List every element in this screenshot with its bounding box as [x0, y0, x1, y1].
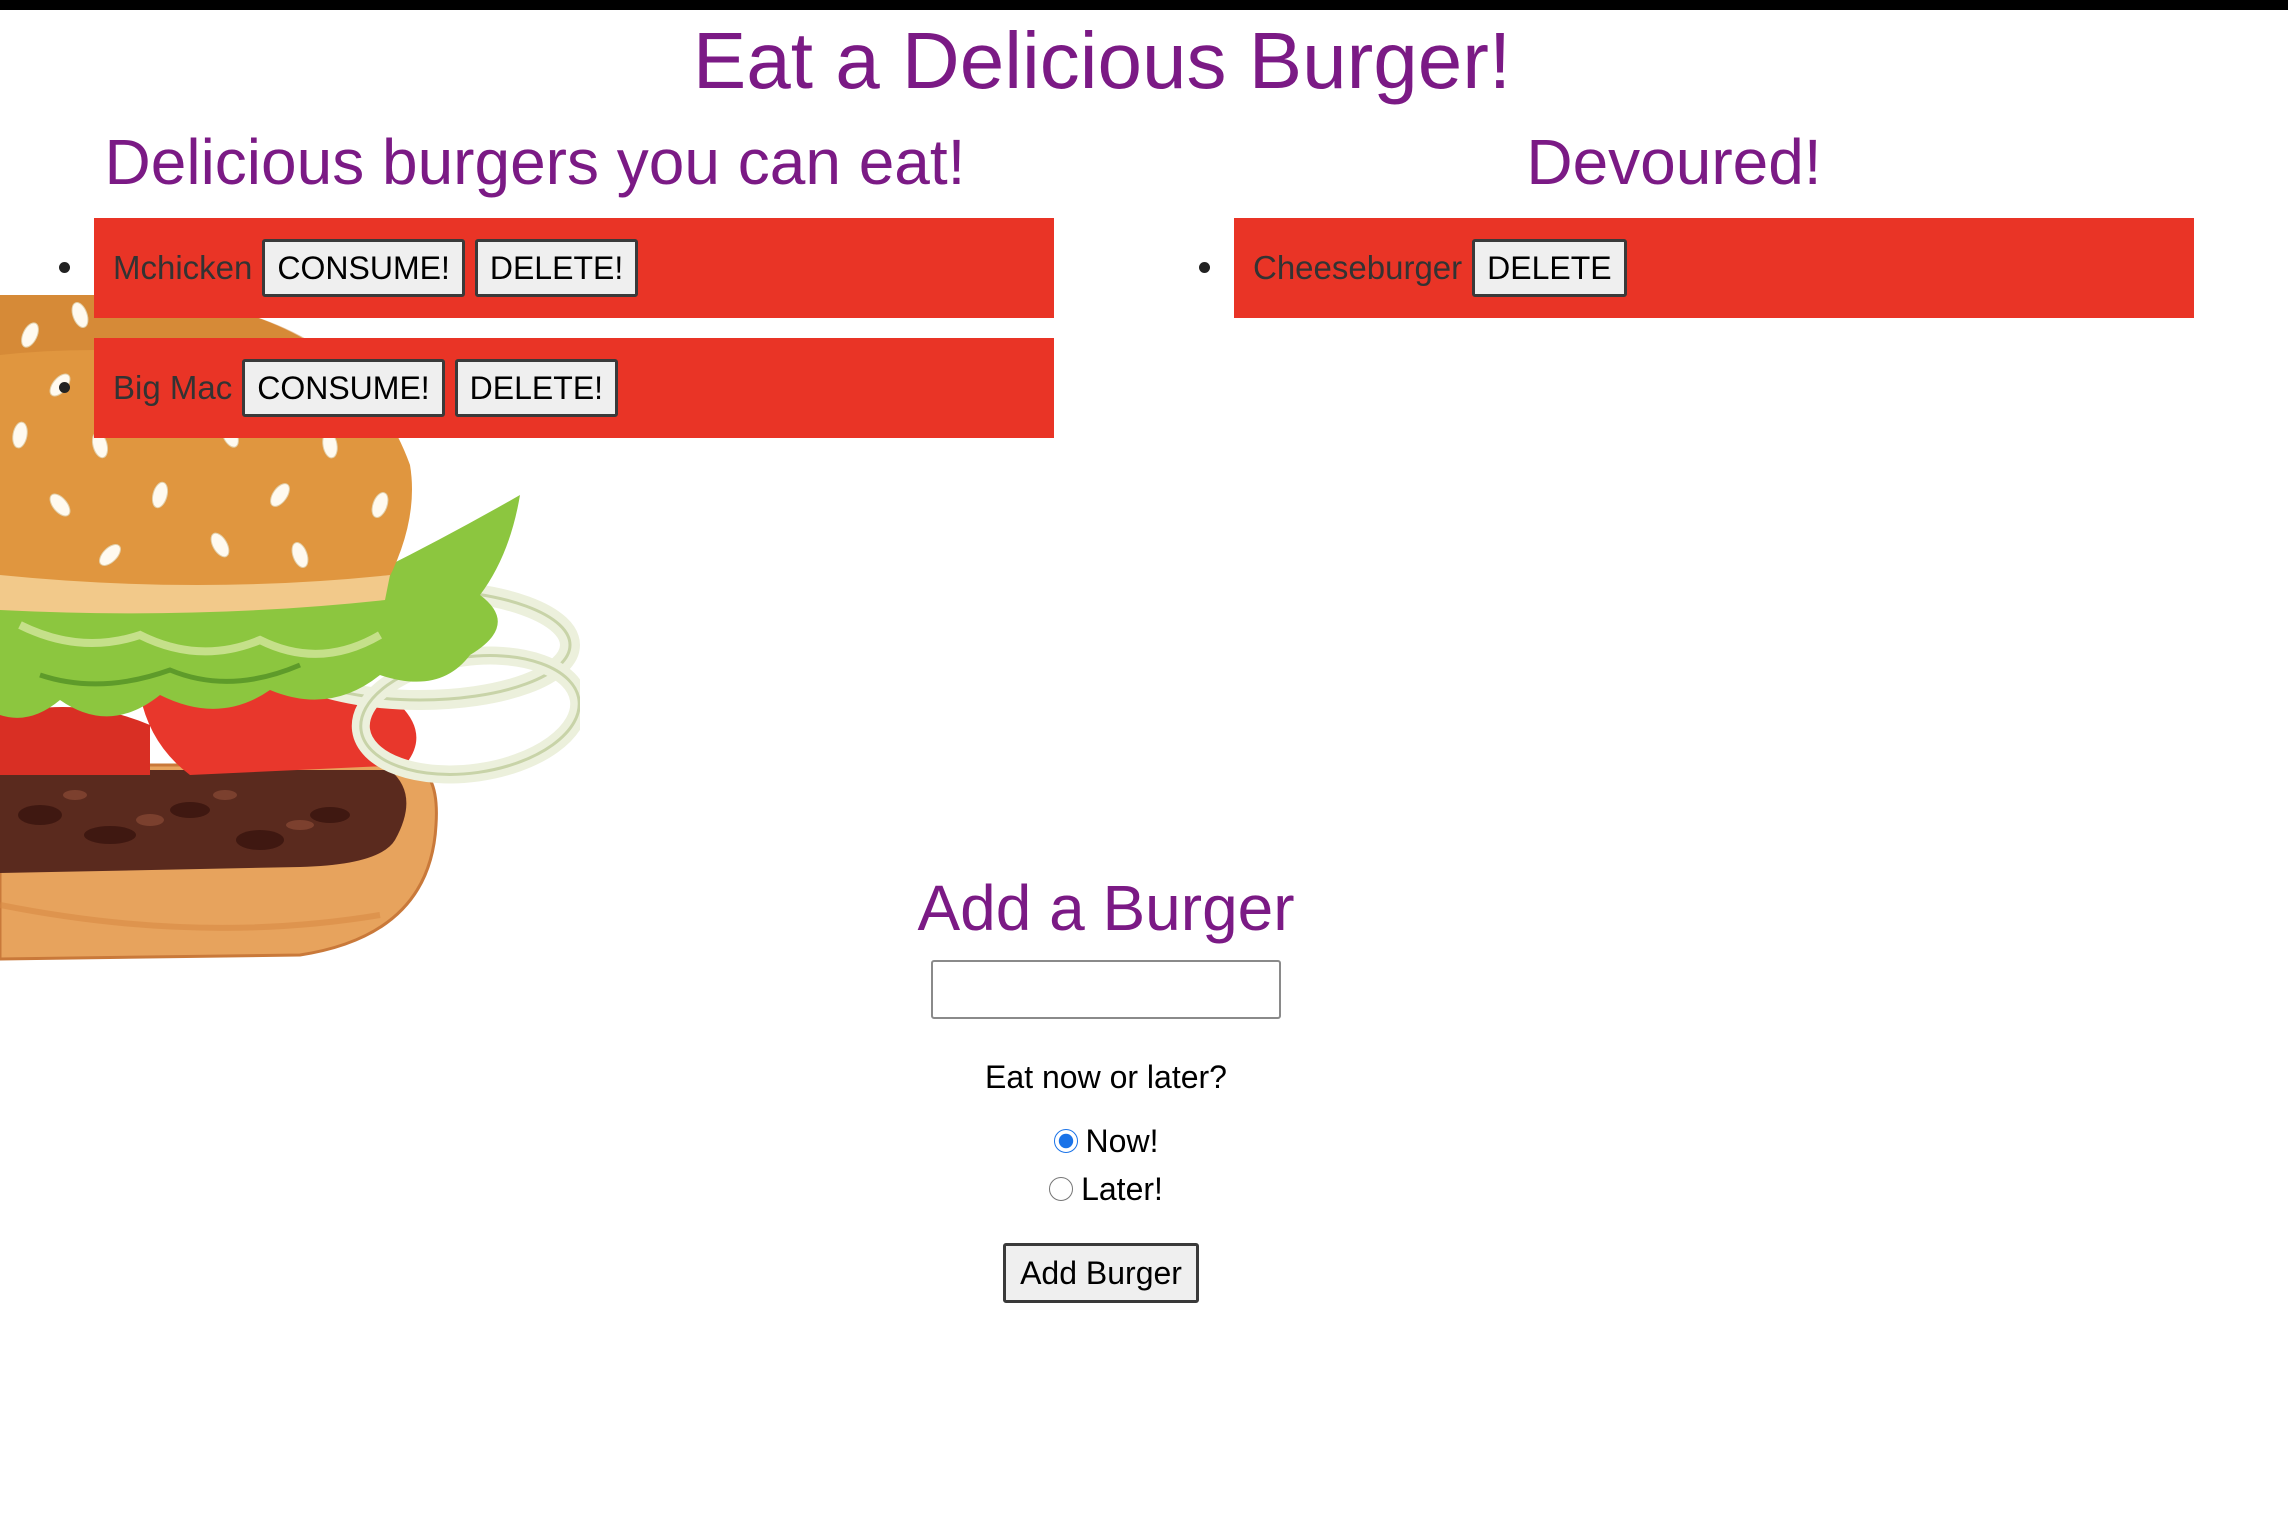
radio-later-label: Later!: [1081, 1170, 1163, 1207]
delete-button[interactable]: DELETE!: [454, 359, 619, 417]
add-burger-button[interactable]: Add Burger: [1003, 1243, 1199, 1303]
list-bullet-icon: [59, 262, 70, 273]
consume-button[interactable]: CONSUME!: [242, 359, 445, 417]
burger-list-item: Big Mac CONSUME! DELETE!: [59, 338, 1054, 438]
eat-question-label: Eat now or later?: [985, 1059, 1227, 1095]
delete-button[interactable]: DELETE: [1472, 239, 1627, 297]
burger-name: Big Mac: [113, 369, 233, 406]
top-border: [0, 0, 2288, 10]
burger-name: Mchicken: [113, 249, 253, 286]
delete-button[interactable]: DELETE!: [474, 239, 639, 297]
radio-later[interactable]: [1049, 1177, 1074, 1201]
radio-now[interactable]: [1053, 1129, 1078, 1153]
add-burger-heading: Add a Burger: [917, 872, 1295, 944]
consume-button[interactable]: CONSUME!: [262, 239, 465, 297]
burger-list-item: Cheeseburger DELETE: [1199, 218, 2194, 318]
available-burgers-heading: Delicious burgers you can eat!: [104, 126, 966, 198]
list-bullet-icon: [1199, 262, 1210, 273]
eat-option-group: Now! Later!: [0, 1117, 2212, 1213]
burger-list-item: Mchicken CONSUME! DELETE!: [59, 218, 1054, 318]
add-burger-form: Add a Burger Eat now or later? Now! Late…: [0, 870, 2212, 1303]
page-title: Eat a Delicious Burger!: [692, 16, 1512, 105]
available-burgers-list: Mchicken CONSUME! DELETE! Big Mac CONSUM…: [59, 218, 1054, 458]
burger-name-input[interactable]: [931, 960, 1281, 1019]
radio-option-now[interactable]: Now!: [0, 1117, 2212, 1165]
list-bullet-icon: [59, 382, 70, 393]
radio-option-later[interactable]: Later!: [0, 1165, 2212, 1213]
devoured-burgers-list: Cheeseburger DELETE: [1199, 218, 2194, 338]
burger-name: Cheeseburger: [1253, 249, 1463, 286]
devoured-heading: Devoured!: [1526, 126, 1822, 198]
radio-now-label: Now!: [1085, 1122, 1159, 1159]
